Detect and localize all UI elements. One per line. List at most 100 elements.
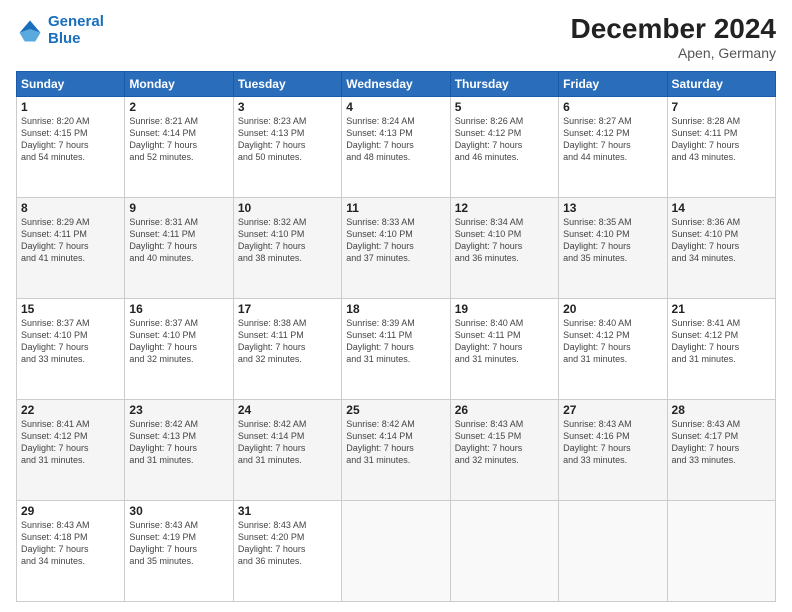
day-info: Sunrise: 8:39 AMSunset: 4:11 PMDaylight:…: [346, 317, 445, 366]
day-number: 21: [672, 302, 771, 316]
calendar-cell: 9 Sunrise: 8:31 AMSunset: 4:11 PMDayligh…: [125, 197, 233, 298]
calendar-cell: 25 Sunrise: 8:42 AMSunset: 4:14 PMDaylig…: [342, 399, 450, 500]
day-info: Sunrise: 8:43 AMSunset: 4:18 PMDaylight:…: [21, 519, 120, 568]
calendar-cell: 16 Sunrise: 8:37 AMSunset: 4:10 PMDaylig…: [125, 298, 233, 399]
calendar-header-row: SundayMondayTuesdayWednesdayThursdayFrid…: [17, 71, 776, 96]
day-number: 4: [346, 100, 445, 114]
calendar-cell: 29 Sunrise: 8:43 AMSunset: 4:18 PMDaylig…: [17, 500, 125, 601]
day-number: 7: [672, 100, 771, 114]
title-block: December 2024 Apen, Germany: [571, 14, 776, 61]
day-info: Sunrise: 8:21 AMSunset: 4:14 PMDaylight:…: [129, 115, 228, 164]
day-info: Sunrise: 8:34 AMSunset: 4:10 PMDaylight:…: [455, 216, 554, 265]
calendar-cell: [450, 500, 558, 601]
day-info: Sunrise: 8:36 AMSunset: 4:10 PMDaylight:…: [672, 216, 771, 265]
day-number: 9: [129, 201, 228, 215]
calendar-table: SundayMondayTuesdayWednesdayThursdayFrid…: [16, 71, 776, 602]
day-number: 2: [129, 100, 228, 114]
calendar-cell: 13 Sunrise: 8:35 AMSunset: 4:10 PMDaylig…: [559, 197, 667, 298]
calendar-header-sunday: Sunday: [17, 71, 125, 96]
day-number: 14: [672, 201, 771, 215]
calendar-week-row: 29 Sunrise: 8:43 AMSunset: 4:18 PMDaylig…: [17, 500, 776, 601]
day-number: 13: [563, 201, 662, 215]
day-info: Sunrise: 8:35 AMSunset: 4:10 PMDaylight:…: [563, 216, 662, 265]
day-number: 5: [455, 100, 554, 114]
calendar-cell: 28 Sunrise: 8:43 AMSunset: 4:17 PMDaylig…: [667, 399, 775, 500]
day-number: 10: [238, 201, 337, 215]
calendar-cell: 15 Sunrise: 8:37 AMSunset: 4:10 PMDaylig…: [17, 298, 125, 399]
calendar-cell: 27 Sunrise: 8:43 AMSunset: 4:16 PMDaylig…: [559, 399, 667, 500]
day-number: 20: [563, 302, 662, 316]
calendar-header-tuesday: Tuesday: [233, 71, 341, 96]
calendar-cell: 8 Sunrise: 8:29 AMSunset: 4:11 PMDayligh…: [17, 197, 125, 298]
day-number: 27: [563, 403, 662, 417]
logo: General Blue: [16, 14, 104, 47]
calendar-week-row: 15 Sunrise: 8:37 AMSunset: 4:10 PMDaylig…: [17, 298, 776, 399]
day-number: 19: [455, 302, 554, 316]
day-info: Sunrise: 8:33 AMSunset: 4:10 PMDaylight:…: [346, 216, 445, 265]
calendar-cell: 20 Sunrise: 8:40 AMSunset: 4:12 PMDaylig…: [559, 298, 667, 399]
day-number: 25: [346, 403, 445, 417]
day-number: 12: [455, 201, 554, 215]
calendar-cell: 7 Sunrise: 8:28 AMSunset: 4:11 PMDayligh…: [667, 96, 775, 197]
calendar-cell: [559, 500, 667, 601]
day-info: Sunrise: 8:41 AMSunset: 4:12 PMDaylight:…: [672, 317, 771, 366]
calendar-cell: 18 Sunrise: 8:39 AMSunset: 4:11 PMDaylig…: [342, 298, 450, 399]
day-info: Sunrise: 8:38 AMSunset: 4:11 PMDaylight:…: [238, 317, 337, 366]
calendar-cell: 3 Sunrise: 8:23 AMSunset: 4:13 PMDayligh…: [233, 96, 341, 197]
calendar-header-monday: Monday: [125, 71, 233, 96]
calendar-cell: 5 Sunrise: 8:26 AMSunset: 4:12 PMDayligh…: [450, 96, 558, 197]
calendar-header-wednesday: Wednesday: [342, 71, 450, 96]
calendar-cell: [342, 500, 450, 601]
calendar-cell: 22 Sunrise: 8:41 AMSunset: 4:12 PMDaylig…: [17, 399, 125, 500]
day-number: 6: [563, 100, 662, 114]
day-info: Sunrise: 8:41 AMSunset: 4:12 PMDaylight:…: [21, 418, 120, 467]
calendar-cell: 12 Sunrise: 8:34 AMSunset: 4:10 PMDaylig…: [450, 197, 558, 298]
calendar-header-friday: Friday: [559, 71, 667, 96]
calendar-cell: 11 Sunrise: 8:33 AMSunset: 4:10 PMDaylig…: [342, 197, 450, 298]
calendar-header-saturday: Saturday: [667, 71, 775, 96]
calendar-cell: 24 Sunrise: 8:42 AMSunset: 4:14 PMDaylig…: [233, 399, 341, 500]
calendar-cell: 23 Sunrise: 8:42 AMSunset: 4:13 PMDaylig…: [125, 399, 233, 500]
day-info: Sunrise: 8:32 AMSunset: 4:10 PMDaylight:…: [238, 216, 337, 265]
calendar-subtitle: Apen, Germany: [571, 45, 776, 61]
day-info: Sunrise: 8:29 AMSunset: 4:11 PMDaylight:…: [21, 216, 120, 265]
day-info: Sunrise: 8:28 AMSunset: 4:11 PMDaylight:…: [672, 115, 771, 164]
day-info: Sunrise: 8:43 AMSunset: 4:15 PMDaylight:…: [455, 418, 554, 467]
calendar-cell: 17 Sunrise: 8:38 AMSunset: 4:11 PMDaylig…: [233, 298, 341, 399]
calendar-cell: [667, 500, 775, 601]
calendar-cell: 4 Sunrise: 8:24 AMSunset: 4:13 PMDayligh…: [342, 96, 450, 197]
day-number: 24: [238, 403, 337, 417]
day-info: Sunrise: 8:37 AMSunset: 4:10 PMDaylight:…: [21, 317, 120, 366]
day-info: Sunrise: 8:24 AMSunset: 4:13 PMDaylight:…: [346, 115, 445, 164]
calendar-title: December 2024: [571, 14, 776, 45]
day-info: Sunrise: 8:43 AMSunset: 4:19 PMDaylight:…: [129, 519, 228, 568]
day-info: Sunrise: 8:43 AMSunset: 4:20 PMDaylight:…: [238, 519, 337, 568]
day-number: 3: [238, 100, 337, 114]
calendar-cell: 26 Sunrise: 8:43 AMSunset: 4:15 PMDaylig…: [450, 399, 558, 500]
day-number: 18: [346, 302, 445, 316]
logo-general: General: [48, 13, 104, 30]
calendar-cell: 21 Sunrise: 8:41 AMSunset: 4:12 PMDaylig…: [667, 298, 775, 399]
day-number: 26: [455, 403, 554, 417]
header: General Blue December 2024 Apen, Germany: [16, 14, 776, 61]
day-number: 29: [21, 504, 120, 518]
calendar-cell: 19 Sunrise: 8:40 AMSunset: 4:11 PMDaylig…: [450, 298, 558, 399]
calendar-cell: 1 Sunrise: 8:20 AMSunset: 4:15 PMDayligh…: [17, 96, 125, 197]
calendar-week-row: 1 Sunrise: 8:20 AMSunset: 4:15 PMDayligh…: [17, 96, 776, 197]
day-info: Sunrise: 8:26 AMSunset: 4:12 PMDaylight:…: [455, 115, 554, 164]
day-info: Sunrise: 8:23 AMSunset: 4:13 PMDaylight:…: [238, 115, 337, 164]
day-number: 16: [129, 302, 228, 316]
logo-icon: [16, 17, 44, 45]
calendar-cell: 2 Sunrise: 8:21 AMSunset: 4:14 PMDayligh…: [125, 96, 233, 197]
day-number: 15: [21, 302, 120, 316]
day-info: Sunrise: 8:43 AMSunset: 4:17 PMDaylight:…: [672, 418, 771, 467]
calendar-cell: 10 Sunrise: 8:32 AMSunset: 4:10 PMDaylig…: [233, 197, 341, 298]
day-number: 1: [21, 100, 120, 114]
calendar-cell: 6 Sunrise: 8:27 AMSunset: 4:12 PMDayligh…: [559, 96, 667, 197]
day-info: Sunrise: 8:27 AMSunset: 4:12 PMDaylight:…: [563, 115, 662, 164]
day-info: Sunrise: 8:40 AMSunset: 4:11 PMDaylight:…: [455, 317, 554, 366]
calendar-cell: 14 Sunrise: 8:36 AMSunset: 4:10 PMDaylig…: [667, 197, 775, 298]
day-info: Sunrise: 8:40 AMSunset: 4:12 PMDaylight:…: [563, 317, 662, 366]
day-number: 30: [129, 504, 228, 518]
calendar-cell: 31 Sunrise: 8:43 AMSunset: 4:20 PMDaylig…: [233, 500, 341, 601]
